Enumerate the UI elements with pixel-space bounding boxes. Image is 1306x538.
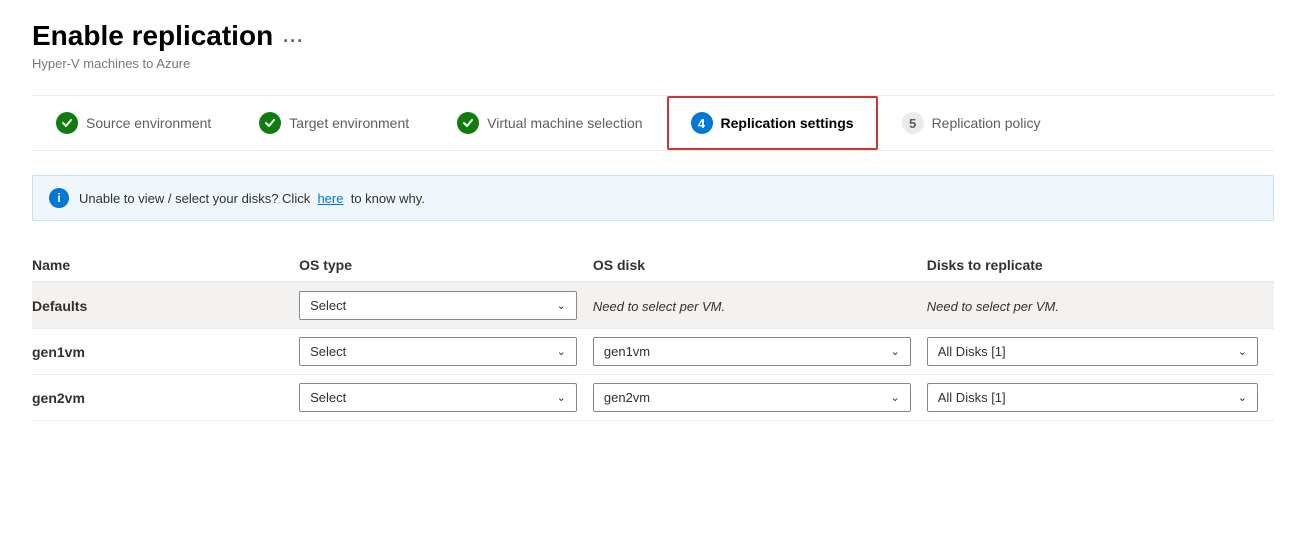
chevron-down-icon: ⌄ [891,391,900,404]
col-header-name: Name [32,249,299,282]
table-row-defaults: Defaults Select ⌄ Need to select per VM.… [32,282,1274,329]
defaults-disks-cell: Need to select per VM. [927,282,1274,329]
gen2vm-disks-select[interactable]: All Disks [1] ⌄ [927,383,1258,412]
step-vm-selection[interactable]: Virtual machine selection [433,96,666,150]
col-header-osdisk: OS disk [593,249,927,282]
gen1vm-disks-cell: All Disks [1] ⌄ [927,329,1274,375]
chevron-down-icon: ⌄ [891,345,900,358]
gen1vm-ostype-select[interactable]: Select ⌄ [299,337,577,366]
chevron-down-icon: ⌄ [557,391,566,404]
page-title: Enable replication ... [32,20,304,52]
info-icon: i [49,188,69,208]
step-check-icon [56,112,78,134]
gen1vm-ostype-cell: Select ⌄ [299,329,593,375]
page-subtitle: Hyper-V machines to Azure [32,56,1274,71]
gen1vm-disks-select[interactable]: All Disks [1] ⌄ [927,337,1258,366]
chevron-down-icon: ⌄ [557,345,566,358]
replication-table: Name OS type OS disk Disks to replicate … [32,249,1274,421]
gen2vm-disks-cell: All Disks [1] ⌄ [927,375,1274,421]
gen1vm-osdisk-select[interactable]: gen1vm ⌄ [593,337,911,366]
col-header-disks: Disks to replicate [927,249,1274,282]
step-label-vm-selection: Virtual machine selection [487,115,642,131]
chevron-down-icon: ⌄ [1238,345,1247,358]
table-row-gen2vm: gen2vm Select ⌄ gen2vm ⌄ All Disks [1] ⌄ [32,375,1274,421]
gen1vm-name-cell: gen1vm [32,329,299,375]
banner-text: Unable to view / select your disks? Clic… [79,191,425,206]
defaults-ostype-cell: Select ⌄ [299,282,593,329]
table-row-gen1vm: gen1vm Select ⌄ gen1vm ⌄ All Disks [1] ⌄ [32,329,1274,375]
step-source-environment[interactable]: Source environment [32,96,235,150]
gen2vm-ostype-cell: Select ⌄ [299,375,593,421]
gen2vm-ostype-select[interactable]: Select ⌄ [299,383,577,412]
steps-bar: Source environment Target environment Vi… [32,95,1274,151]
gen2vm-name-cell: gen2vm [32,375,299,421]
chevron-down-icon: ⌄ [1238,391,1247,404]
step-label-target: Target environment [289,115,409,131]
step-num-icon: 5 [902,112,924,134]
step-replication-settings[interactable]: 4 Replication settings [667,96,878,150]
step-label-replication-settings: Replication settings [721,115,854,131]
page-title-ellipsis: ... [283,26,304,47]
gen2vm-osdisk-select[interactable]: gen2vm ⌄ [593,383,911,412]
info-banner: i Unable to view / select your disks? Cl… [32,175,1274,221]
step-replication-policy[interactable]: 5 Replication policy [878,96,1065,150]
step-target-environment[interactable]: Target environment [235,96,433,150]
defaults-osdisk-cell: Need to select per VM. [593,282,927,329]
col-header-ostype: OS type [299,249,593,282]
defaults-name-cell: Defaults [32,282,299,329]
chevron-down-icon: ⌄ [557,299,566,312]
gen1vm-osdisk-cell: gen1vm ⌄ [593,329,927,375]
banner-link[interactable]: here [317,191,343,206]
defaults-ostype-select[interactable]: Select ⌄ [299,291,577,320]
step-label-source: Source environment [86,115,211,131]
step-label-replication-policy: Replication policy [932,115,1041,131]
gen2vm-osdisk-cell: gen2vm ⌄ [593,375,927,421]
step-check-icon [259,112,281,134]
step-num-icon: 4 [691,112,713,134]
step-check-icon [457,112,479,134]
